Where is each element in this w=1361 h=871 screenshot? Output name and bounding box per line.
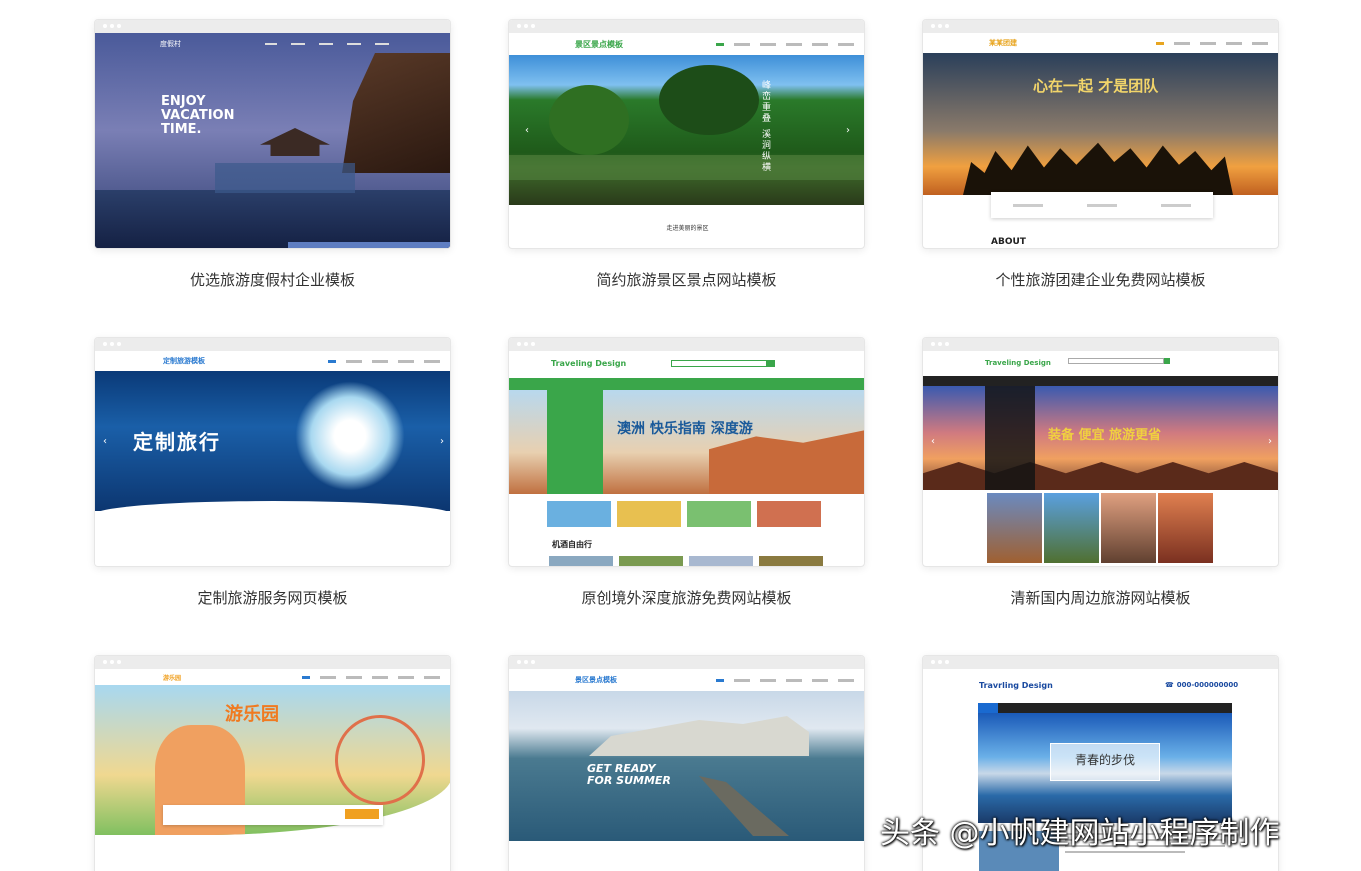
hero-headline: 峰峦重叠 溪涧纵横 — [760, 80, 770, 173]
next-arrow-icon[interactable]: › — [846, 125, 850, 136]
template-title[interactable]: 定制旅游服务网页模板 — [94, 587, 451, 608]
category-menu[interactable] — [985, 386, 1035, 490]
template-preview[interactable]: 景区景点模板 峰峦重叠 溪涧纵横 ‹ › 走进美丽的景区 — [508, 19, 865, 249]
hero-headline: 装备 便宜 旅游更省 — [1048, 428, 1162, 443]
template-preview[interactable]: 定制旅游模板 定制旅行 ‹ › — [94, 337, 451, 567]
hero-headline: ENJOY VACATION TIME. — [161, 94, 235, 137]
template-title[interactable]: 个性旅游团建企业免费网站模板 — [922, 269, 1279, 290]
template-title[interactable]: 简约旅游景区景点网站模板 — [508, 269, 865, 290]
template-preview[interactable]: 度假村 ENJOY VACATION TIME. — [94, 19, 451, 249]
hero-headline: 澳洲 快乐指南 深度游 — [617, 421, 753, 437]
template-card[interactable]: 度假村 ENJOY VACATION TIME. 优选旅游度假村企业模板 — [94, 19, 451, 290]
site-logo: 定制旅游模板 — [163, 357, 205, 365]
template-card[interactable]: 定制旅游模板 定制旅行 ‹ › 定制旅游服务网页模板 — [94, 337, 451, 608]
template-preview[interactable]: 某某团建 心在一起 才是团队 ABOUT — [922, 19, 1279, 249]
hero-headline: 心在一起 才是团队 — [1033, 77, 1159, 95]
template-preview[interactable]: Traveling Design 澳洲 快乐指南 深度游 机酒自由行 — [508, 337, 865, 567]
watermark-text: 头条 @小帆建网站小程序制作 — [880, 816, 1280, 851]
site-logo: 景区景点模板 — [575, 676, 617, 684]
template-preview[interactable]: Traveling Design 装备 便宜 旅游更省 ‹ › — [922, 337, 1279, 567]
browser-titlebar — [509, 338, 864, 351]
prev-arrow-icon[interactable]: ‹ — [103, 436, 107, 447]
site-logo: 景区景点模板 — [575, 39, 623, 49]
site-logo: 游乐园 — [163, 674, 182, 682]
browser-titlebar — [923, 338, 1278, 351]
template-card[interactable]: Traveling Design 澳洲 快乐指南 深度游 机酒自由行 原创境外深… — [508, 337, 865, 608]
site-logo: 度假村 — [160, 40, 181, 48]
template-card[interactable]: 某某团建 心在一起 才是团队 ABOUT 个性旅游团建企业免费网站模板 — [922, 19, 1279, 290]
browser-titlebar — [95, 656, 450, 669]
next-arrow-icon[interactable]: › — [440, 436, 444, 447]
hero-headline: GET READY FOR SUMMER — [587, 762, 671, 787]
phone-icon: ☎ — [1165, 681, 1174, 689]
browser-titlebar — [95, 20, 450, 33]
section-title: 机酒自由行 — [552, 540, 592, 549]
template-card[interactable]: 游乐园 游乐园 — [94, 655, 451, 871]
hero-headline: 定制旅行 — [133, 430, 221, 454]
hero-headline: 游乐园 — [225, 704, 279, 725]
site-logo: Travrling Design — [979, 681, 1053, 690]
browser-titlebar — [95, 338, 450, 351]
browser-titlebar — [509, 20, 864, 33]
template-card[interactable]: 景区景点模板 峰峦重叠 溪涧纵横 ‹ › 走进美丽的景区 简约旅游景区景点网站模… — [508, 19, 865, 290]
site-logo: Traveling Design — [985, 359, 1051, 367]
template-preview[interactable]: 游乐园 游乐园 — [94, 655, 451, 871]
site-logo: Traveling Design — [551, 359, 627, 368]
browser-titlebar — [923, 20, 1278, 33]
template-title[interactable]: 原创境外深度旅游免费网站模板 — [508, 587, 865, 608]
browser-titlebar — [923, 656, 1278, 669]
section-title: 走进美丽的景区 — [666, 225, 709, 232]
about-heading: ABOUT — [991, 237, 1026, 247]
category-menu[interactable] — [547, 390, 603, 494]
phone-number: 000-000000000 — [1176, 681, 1239, 689]
hero-headline: 青春的步伐 — [1074, 753, 1135, 767]
next-arrow-icon[interactable]: › — [1268, 436, 1272, 447]
prev-arrow-icon[interactable]: ‹ — [931, 436, 935, 447]
template-card[interactable]: 景区景点模板 GET READY FOR SUMMER — [508, 655, 865, 871]
template-card[interactable]: Traveling Design 装备 便宜 旅游更省 ‹ › 清新国内周边旅游… — [922, 337, 1279, 608]
template-title[interactable]: 优选旅游度假村企业模板 — [94, 269, 451, 290]
template-title[interactable]: 清新国内周边旅游网站模板 — [922, 587, 1279, 608]
template-preview[interactable]: 景区景点模板 GET READY FOR SUMMER — [508, 655, 865, 871]
prev-arrow-icon[interactable]: ‹ — [525, 125, 529, 136]
search-button[interactable] — [345, 809, 379, 819]
site-logo: 某某团建 — [989, 39, 1017, 47]
browser-titlebar — [509, 656, 864, 669]
